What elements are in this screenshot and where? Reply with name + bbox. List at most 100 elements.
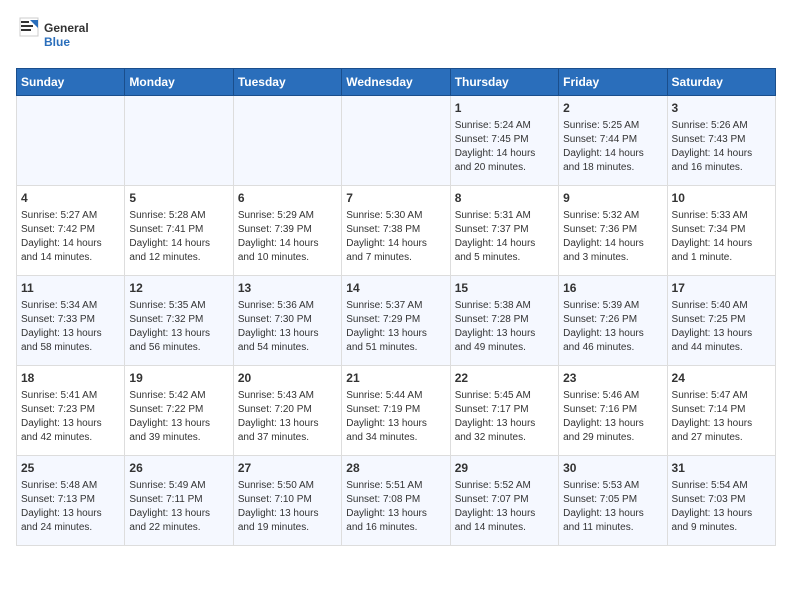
week-row-1: 1 Sunrise: 5:24 AM Sunset: 7:45 PM Daylig… [17,96,776,186]
cell-content: Sunrise: 5:54 AM Sunset: 7:03 PM Dayligh… [672,479,771,535]
cell-content: Sunrise: 5:48 AM Sunset: 7:13 PM Dayligh… [21,479,120,535]
col-header-thursday: Thursday [450,69,558,96]
calendar-cell: 25 Sunrise: 5:48 AM Sunset: 7:13 PM Dayli… [17,456,125,546]
calendar-cell: 20Sunrise: 5:43 AM Sunset: 7:20 PM Dayli… [233,366,341,456]
cell-content: Sunrise: 5:44 AM Sunset: 7:19 PM Dayligh… [346,389,445,445]
day-number: 29 [455,460,554,477]
calendar-cell: 2 Sunrise: 5:25 AM Sunset: 7:44 PM Daylig… [559,96,667,186]
calendar-cell: 11 Sunrise: 5:34 AM Sunset: 7:33 PM Dayli… [17,276,125,366]
day-number: 10 [672,190,771,207]
day-number: 3 [672,100,771,117]
day-number: 28 [346,460,445,477]
calendar-cell: 22 Sunrise: 5:45 AM Sunset: 7:17 PM Dayli… [450,366,558,456]
day-number: 12 [129,280,228,297]
logo-svg: General Blue [16,16,96,56]
calendar-cell [17,96,125,186]
day-number: 9 [563,190,662,207]
cell-content: Sunrise: 5:37 AM Sunset: 7:29 PM Dayligh… [346,299,445,355]
day-number: 24 [672,370,771,387]
cell-content: Sunrise: 5:29 AM Sunset: 7:39 PM Dayligh… [238,209,337,265]
week-row-2: 4 Sunrise: 5:27 AM Sunset: 7:42 PM Daylig… [17,186,776,276]
day-number: 19 [129,370,228,387]
calendar-cell: 6Sunrise: 5:29 AM Sunset: 7:39 PM Daylig… [233,186,341,276]
calendar-cell: 8 Sunrise: 5:31 AM Sunset: 7:37 PM Daylig… [450,186,558,276]
day-number: 30 [563,460,662,477]
calendar-cell: 13 Sunrise: 5:36 AM Sunset: 7:30 PM Dayli… [233,276,341,366]
calendar-cell: 7Sunrise: 5:30 AM Sunset: 7:38 PM Daylig… [342,186,450,276]
week-row-3: 11 Sunrise: 5:34 AM Sunset: 7:33 PM Dayli… [17,276,776,366]
cell-content: Sunrise: 5:24 AM Sunset: 7:45 PM Dayligh… [455,119,554,175]
day-number: 16 [563,280,662,297]
cell-content: Sunrise: 5:26 AM Sunset: 7:43 PM Dayligh… [672,119,771,175]
day-number: 1 [455,100,554,117]
day-number: 17 [672,280,771,297]
calendar-cell: 10 Sunrise: 5:33 AM Sunset: 7:34 PM Dayli… [667,186,775,276]
calendar-cell [342,96,450,186]
calendar-cell: 29 Sunrise: 5:52 AM Sunset: 7:07 PM Dayli… [450,456,558,546]
col-header-sunday: Sunday [17,69,125,96]
cell-content: Sunrise: 5:34 AM Sunset: 7:33 PM Dayligh… [21,299,120,355]
calendar-table: SundayMondayTuesdayWednesdayThursdayFrid… [16,68,776,546]
cell-content: Sunrise: 5:51 AM Sunset: 7:08 PM Dayligh… [346,479,445,535]
page-header: General Blue [16,16,776,56]
day-number: 26 [129,460,228,477]
day-number: 13 [238,280,337,297]
col-header-monday: Monday [125,69,233,96]
calendar-cell [125,96,233,186]
cell-content: Sunrise: 5:52 AM Sunset: 7:07 PM Dayligh… [455,479,554,535]
col-header-wednesday: Wednesday [342,69,450,96]
day-number: 2 [563,100,662,117]
calendar-cell: 17 Sunrise: 5:40 AM Sunset: 7:25 PM Dayli… [667,276,775,366]
calendar-cell: 31 Sunrise: 5:54 AM Sunset: 7:03 PM Dayli… [667,456,775,546]
day-number: 23 [563,370,662,387]
calendar-cell: 23 Sunrise: 5:46 AM Sunset: 7:16 PM Dayli… [559,366,667,456]
calendar-cell: 1 Sunrise: 5:24 AM Sunset: 7:45 PM Daylig… [450,96,558,186]
col-header-friday: Friday [559,69,667,96]
day-number: 18 [21,370,120,387]
cell-content: Sunrise: 5:27 AM Sunset: 7:42 PM Dayligh… [21,209,120,265]
col-header-saturday: Saturday [667,69,775,96]
calendar-cell: 16 Sunrise: 5:39 AM Sunset: 7:26 PM Dayli… [559,276,667,366]
calendar-cell: 9 Sunrise: 5:32 AM Sunset: 7:36 PM Daylig… [559,186,667,276]
calendar-cell: 14 Sunrise: 5:37 AM Sunset: 7:29 PM Dayli… [342,276,450,366]
day-number: 4 [21,190,120,207]
day-number: 31 [672,460,771,477]
cell-content: Sunrise: 5:33 AM Sunset: 7:34 PM Dayligh… [672,209,771,265]
cell-content: Sunrise: 5:46 AM Sunset: 7:16 PM Dayligh… [563,389,662,445]
day-number: 14 [346,280,445,297]
cell-content: Sunrise: 5:39 AM Sunset: 7:26 PM Dayligh… [563,299,662,355]
calendar-cell: 30 Sunrise: 5:53 AM Sunset: 7:05 PM Dayli… [559,456,667,546]
calendar-cell: 15Sunrise: 5:38 AM Sunset: 7:28 PM Dayli… [450,276,558,366]
calendar-cell: 28 Sunrise: 5:51 AM Sunset: 7:08 PM Dayli… [342,456,450,546]
day-number: 5 [129,190,228,207]
cell-content: Sunrise: 5:28 AM Sunset: 7:41 PM Dayligh… [129,209,228,265]
cell-content: Sunrise: 5:50 AM Sunset: 7:10 PM Dayligh… [238,479,337,535]
cell-content: Sunrise: 5:49 AM Sunset: 7:11 PM Dayligh… [129,479,228,535]
calendar-header-row: SundayMondayTuesdayWednesdayThursdayFrid… [17,69,776,96]
col-header-tuesday: Tuesday [233,69,341,96]
day-number: 21 [346,370,445,387]
cell-content: Sunrise: 5:45 AM Sunset: 7:17 PM Dayligh… [455,389,554,445]
calendar-cell: 3 Sunrise: 5:26 AM Sunset: 7:43 PM Daylig… [667,96,775,186]
calendar-cell [233,96,341,186]
cell-content: Sunrise: 5:47 AM Sunset: 7:14 PM Dayligh… [672,389,771,445]
cell-content: Sunrise: 5:32 AM Sunset: 7:36 PM Dayligh… [563,209,662,265]
cell-content: Sunrise: 5:40 AM Sunset: 7:25 PM Dayligh… [672,299,771,355]
calendar-cell: 21 Sunrise: 5:44 AM Sunset: 7:19 PM Dayli… [342,366,450,456]
day-number: 8 [455,190,554,207]
cell-content: Sunrise: 5:53 AM Sunset: 7:05 PM Dayligh… [563,479,662,535]
calendar-cell: 5 Sunrise: 5:28 AM Sunset: 7:41 PM Daylig… [125,186,233,276]
day-number: 11 [21,280,120,297]
calendar-cell: 19 Sunrise: 5:42 AM Sunset: 7:22 PM Dayli… [125,366,233,456]
cell-content: Sunrise: 5:30 AM Sunset: 7:38 PM Dayligh… [346,209,445,265]
day-number: 22 [455,370,554,387]
cell-content: Sunrise: 5:36 AM Sunset: 7:30 PM Dayligh… [238,299,337,355]
cell-content: Sunrise: 5:25 AM Sunset: 7:44 PM Dayligh… [563,119,662,175]
cell-content: Sunrise: 5:31 AM Sunset: 7:37 PM Dayligh… [455,209,554,265]
cell-content: Sunrise: 5:42 AM Sunset: 7:22 PM Dayligh… [129,389,228,445]
logo: General Blue [16,16,96,56]
calendar-cell: 18Sunrise: 5:41 AM Sunset: 7:23 PM Dayli… [17,366,125,456]
calendar-cell: 4 Sunrise: 5:27 AM Sunset: 7:42 PM Daylig… [17,186,125,276]
day-number: 25 [21,460,120,477]
svg-text:Blue: Blue [44,35,70,49]
